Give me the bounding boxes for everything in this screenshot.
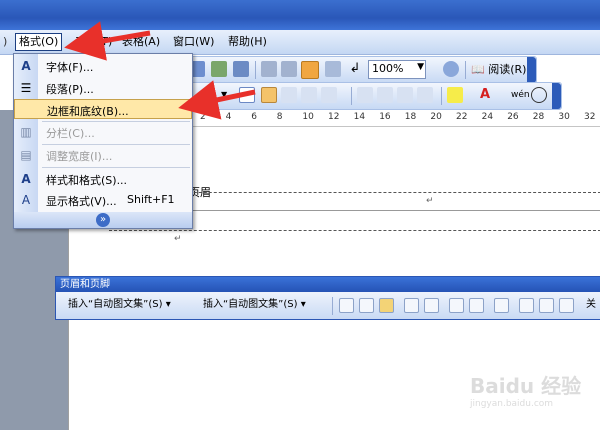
arrow-to-borders-item [178, 80, 256, 120]
annotation-arrows [64, 21, 256, 120]
arrow-to-format-menu [64, 21, 151, 61]
